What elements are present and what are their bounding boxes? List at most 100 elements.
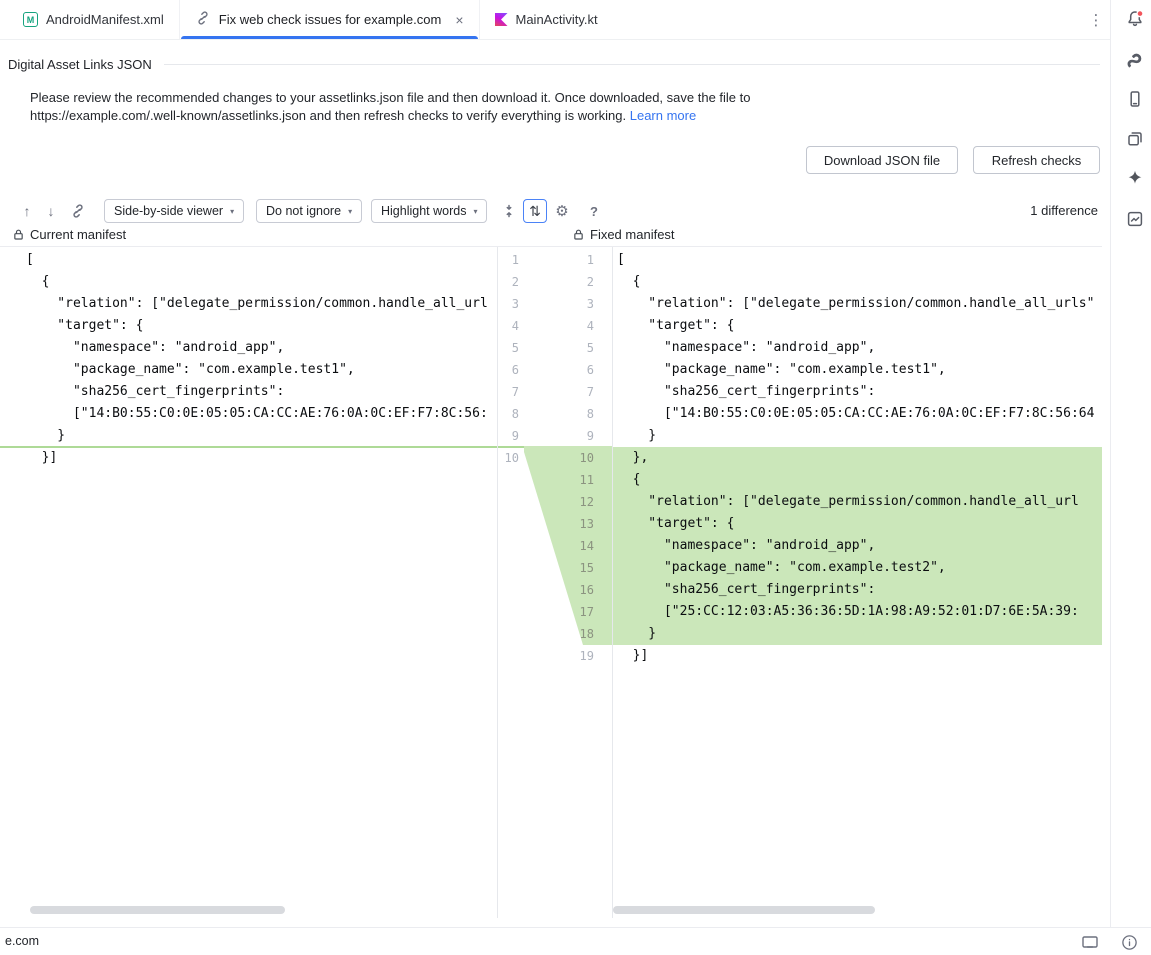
tab-label: Fix web check issues for example.com — [219, 12, 442, 27]
more-options-icon[interactable]: ⋮ — [1086, 9, 1106, 31]
jump-to-source-icon[interactable] — [66, 199, 90, 223]
left-gutter: 12345678910 — [497, 249, 522, 918]
line-number: 5 — [497, 337, 519, 359]
code-line: "namespace": "android_app", — [0, 337, 497, 359]
line-number: 6 — [497, 359, 519, 381]
line-number: 9 — [497, 425, 519, 447]
right-pane-title: Fixed manifest — [590, 227, 675, 242]
notice-line2: https://example.com/.well-known/assetlin… — [30, 108, 626, 123]
ignore-mode-label: Do not ignore — [266, 204, 341, 218]
download-json-button[interactable]: Download JSON file — [806, 146, 958, 174]
line-number: 14 — [552, 535, 594, 557]
viewer-mode-dropdown[interactable]: Side-by-side viewer ▾ — [104, 199, 244, 223]
code-line: "namespace": "android_app", — [612, 535, 1102, 557]
running-devices-icon[interactable] — [1120, 84, 1150, 114]
section-title: Digital Asset Links JSON — [8, 57, 152, 72]
lock-icon — [573, 228, 584, 241]
line-number: 4 — [552, 315, 594, 337]
tab-label: MainActivity.kt — [516, 12, 598, 27]
difference-count: 1 difference — [1030, 203, 1098, 218]
line-number: 11 — [552, 469, 594, 491]
learn-more-link[interactable]: Learn more — [630, 108, 696, 123]
line-number: 1 — [497, 249, 519, 271]
next-difference-icon[interactable]: ↓ — [39, 199, 63, 223]
right-gutter: 12345678910111213141516171819 — [552, 249, 597, 918]
refresh-checks-button[interactable]: Refresh checks — [973, 146, 1100, 174]
tab-label: AndroidManifest.xml — [46, 12, 164, 27]
kotlin-file-icon — [495, 13, 508, 26]
tool-strip-divider — [1110, 0, 1111, 927]
line-number: 18 — [552, 623, 594, 645]
code-line: [ — [0, 249, 497, 271]
line-number: 13 — [552, 513, 594, 535]
code-line: } — [612, 623, 1102, 645]
code-line: "relation": ["delegate_permission/common… — [612, 293, 1102, 315]
help-icon[interactable]: ? — [582, 199, 606, 223]
line-number: 19 — [552, 645, 594, 667]
tab-mainactivity[interactable]: MainActivity.kt — [479, 0, 613, 39]
code-line: }] — [612, 645, 1102, 667]
left-pane-title: Current manifest — [30, 227, 126, 242]
left-horizontal-scrollbar[interactable] — [30, 906, 285, 914]
section-header: Digital Asset Links JSON — [8, 57, 1100, 72]
code-line: [ — [612, 249, 1102, 271]
line-number: 10 — [552, 447, 594, 469]
line-number: 3 — [497, 293, 519, 315]
code-line: } — [612, 425, 1102, 447]
line-number: 10 — [497, 447, 519, 469]
gradle-icon[interactable] — [1120, 45, 1150, 75]
highlight-mode-label: Highlight words — [381, 204, 466, 218]
line-number: 6 — [552, 359, 594, 381]
viewer-mode-label: Side-by-side viewer — [114, 204, 223, 218]
code-line: { — [612, 271, 1102, 293]
code-line: }, — [612, 447, 1102, 469]
code-line: }] — [0, 447, 497, 469]
tab-fix-web-check[interactable]: Fix web check issues for example.com × — [179, 0, 479, 39]
notice-line1: Please review the recommended changes to… — [30, 90, 750, 105]
resource-manager-icon[interactable] — [1120, 124, 1150, 154]
line-number: 8 — [497, 403, 519, 425]
collapse-unchanged-icon[interactable] — [497, 199, 521, 223]
line-number: 9 — [552, 425, 594, 447]
link-icon — [195, 10, 211, 29]
code-line: "package_name": "com.example.test2", — [612, 557, 1102, 579]
code-line: "sha256_cert_fingerprints": — [612, 579, 1102, 601]
right-code-pane[interactable]: [ { "relation": ["delegate_permission/co… — [612, 249, 1102, 918]
left-code-pane[interactable]: [ { "relation": ["delegate_permission/co… — [0, 249, 497, 918]
ignore-mode-dropdown[interactable]: Do not ignore ▾ — [256, 199, 362, 223]
right-pane-header: Fixed manifest — [573, 227, 675, 242]
previous-difference-icon[interactable]: ↑ — [15, 199, 39, 223]
code-line: "package_name": "com.example.test1", — [612, 359, 1102, 381]
chevron-down-icon: ▾ — [230, 207, 234, 216]
right-horizontal-scrollbar[interactable] — [613, 906, 875, 914]
diff-settings-gear-icon[interactable]: ⚙ — [550, 199, 574, 223]
lock-icon — [13, 228, 24, 241]
app-quality-insights-icon[interactable] — [1120, 204, 1150, 234]
code-line: "target": { — [612, 513, 1102, 535]
notice-text: Please review the recommended changes to… — [30, 89, 900, 124]
line-number: 4 — [497, 315, 519, 337]
manifest-file-icon: M — [23, 12, 38, 27]
section-divider — [164, 64, 1100, 65]
line-number: 8 — [552, 403, 594, 425]
chevron-down-icon: ▾ — [348, 207, 352, 216]
line-number: 15 — [552, 557, 594, 579]
line-number: 17 — [552, 601, 594, 623]
notifications-icon[interactable] — [1120, 4, 1150, 34]
code-line: "relation": ["delegate_permission/common… — [612, 491, 1102, 513]
code-line: ["14:B0:55:C0:0E:05:05:CA:CC:AE:76:0A:0C… — [0, 403, 497, 425]
screen-share-icon[interactable] — [1080, 933, 1100, 951]
highlight-mode-dropdown[interactable]: Highlight words ▾ — [371, 199, 487, 223]
right-pane-border — [612, 247, 613, 918]
sync-scrolling-icon[interactable]: ⇅ — [523, 199, 547, 223]
chevron-down-icon: ▾ — [473, 207, 477, 216]
code-line: "sha256_cert_fingerprints": — [0, 381, 497, 403]
gemini-icon[interactable] — [1120, 163, 1150, 193]
line-number: 1 — [552, 249, 594, 271]
tab-androidmanifest[interactable]: M AndroidManifest.xml — [8, 0, 179, 39]
code-line: ["14:B0:55:C0:0E:05:05:CA:CC:AE:76:0A:0C… — [612, 403, 1102, 425]
line-number: 16 — [552, 579, 594, 601]
line-number: 2 — [497, 271, 519, 293]
close-tab-icon[interactable]: × — [455, 13, 463, 27]
info-icon[interactable] — [1119, 933, 1139, 951]
